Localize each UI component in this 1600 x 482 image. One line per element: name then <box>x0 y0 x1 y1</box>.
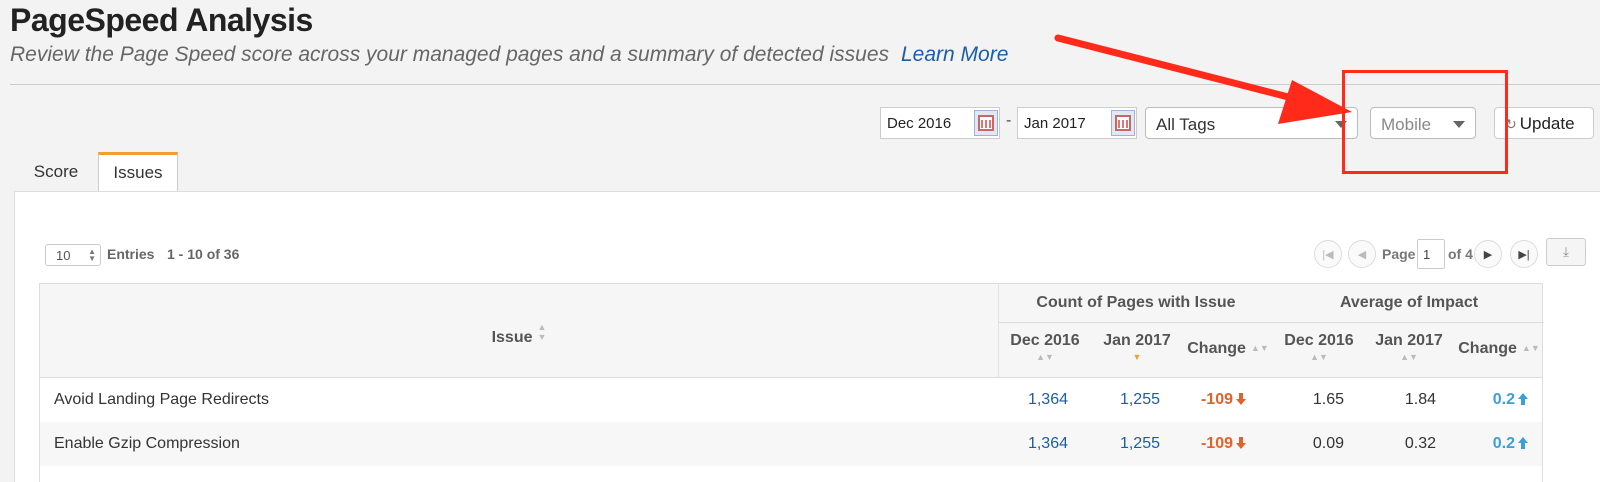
page-subtitle: Review the Page Speed score across your … <box>10 43 1008 67</box>
count-jan-link[interactable]: 1,255 <box>1120 391 1160 409</box>
column-header-label: Jan 2017 <box>1375 332 1443 349</box>
sort-icon: ▲▼ <box>1250 343 1269 353</box>
tab-score[interactable]: Score <box>14 152 98 192</box>
group-divider <box>998 322 1544 323</box>
page-header: PageSpeed Analysis Review the Page Speed… <box>10 2 1008 67</box>
sort-icon: ▲▼ <box>537 322 547 342</box>
date-from-value: Dec 2016 <box>887 115 952 132</box>
impact-change: 0.2 <box>1493 391 1528 409</box>
impact-jan: 0.32 <box>1404 435 1436 452</box>
next-page-icon[interactable]: ▶ <box>1474 240 1502 268</box>
page-number-input[interactable]: 1 <box>1417 239 1445 269</box>
date-from-field[interactable]: Dec 2016 <box>880 107 1000 139</box>
impact-change-value: 0.2 <box>1492 391 1515 408</box>
sort-icon: ▲▼ <box>1310 352 1328 362</box>
table-row[interactable]: Enable Gzip Compression 1,364 1,255 -109… <box>40 422 1542 466</box>
device-select[interactable]: Mobile <box>1370 107 1476 139</box>
calendar-icon[interactable] <box>1111 110 1135 136</box>
update-button[interactable]: ↻ Update <box>1494 107 1594 139</box>
count-change-value: -109 <box>1200 391 1233 408</box>
table-header: Issue▲ ▼ Count of Pages with Issue Averag… <box>40 284 1544 378</box>
learn-more-link[interactable]: Learn More <box>901 43 1008 66</box>
column-header-label: Dec 2016 <box>1010 332 1080 349</box>
count-jan-link[interactable]: 1,255 <box>1120 435 1160 453</box>
arrow-down-icon <box>1236 437 1246 449</box>
count-change: -109 <box>1201 435 1246 453</box>
column-header-impact-jan[interactable]: Jan 2017 ▲▼ <box>1364 332 1454 362</box>
date-to-field[interactable]: Jan 2017 <box>1017 107 1137 139</box>
column-header-issue[interactable]: Issue▲ ▼ <box>40 322 998 347</box>
impact-change-value: 0.2 <box>1492 435 1515 452</box>
group-header-impact: Average of Impact <box>1339 294 1479 311</box>
impact-jan: 1.84 <box>1404 391 1436 408</box>
arrow-down-icon <box>1236 393 1246 405</box>
column-header-count-jan[interactable]: Jan 2017 ▼ <box>1092 332 1182 362</box>
device-select-value: Mobile <box>1381 115 1432 134</box>
sort-icon: ▲▼ <box>1400 352 1418 362</box>
impact-dec: 1.65 <box>1312 391 1344 408</box>
pagination: |◀ ◀ Page 1 of 4 ▶ ▶| ⤓ <box>1314 238 1594 269</box>
column-header-impact-dec[interactable]: Dec 2016 ▲▼ <box>1274 332 1364 362</box>
chevron-down-icon <box>1453 121 1465 128</box>
header-divider <box>10 84 1600 85</box>
range-label: 1 - 10 of 36 <box>167 246 240 262</box>
arrow-up-icon <box>1518 437 1528 449</box>
sort-icon: ▲▼ <box>1521 343 1540 353</box>
count-dec-link[interactable]: 1,364 <box>1028 435 1068 453</box>
issue-name: Enable Gzip Compression <box>54 435 240 452</box>
page-title: PageSpeed Analysis <box>10 2 313 38</box>
column-header-label: Change <box>1458 340 1517 357</box>
column-header-count-change[interactable]: Change ▲▼ <box>1182 340 1274 358</box>
impact-change: 0.2 <box>1493 435 1528 453</box>
column-header-impact-change[interactable]: Change ▲▼ <box>1454 340 1544 358</box>
tags-select-value: All Tags <box>1156 115 1216 134</box>
first-page-icon[interactable]: |◀ <box>1314 240 1342 268</box>
update-label: Update <box>1519 114 1575 133</box>
count-change-value: -109 <box>1200 435 1233 452</box>
column-header-issue-label: Issue <box>491 329 533 346</box>
date-to-value: Jan 2017 <box>1024 115 1086 132</box>
entries-select[interactable]: 10 ▲ ▼ <box>45 244 101 266</box>
refresh-icon: ↻ <box>1505 116 1517 132</box>
date-separator: - <box>1006 112 1012 129</box>
chevron-down-icon <box>1335 121 1347 128</box>
issues-table: Issue▲ ▼ Count of Pages with Issue Averag… <box>39 283 1544 482</box>
column-header-label: Jan 2017 <box>1103 332 1171 349</box>
sort-desc-icon: ▼ <box>1132 352 1142 362</box>
entries-value: 10 <box>56 248 71 263</box>
tab-issues[interactable]: Issues <box>98 152 178 192</box>
sort-icon: ▲▼ <box>1036 352 1054 362</box>
tags-select[interactable]: All Tags <box>1145 107 1358 139</box>
arrow-up-icon <box>1518 393 1528 405</box>
entries-label: Entries <box>107 246 155 262</box>
page-total-label: of 4 <box>1448 246 1473 262</box>
prev-page-icon[interactable]: ◀ <box>1348 240 1376 268</box>
issue-name: Avoid Landing Page Redirects <box>54 391 269 408</box>
count-dec-link[interactable]: 1,364 <box>1028 391 1068 409</box>
column-header-label: Change <box>1187 340 1246 357</box>
column-header-count-dec[interactable]: Dec 2016 ▲▼ <box>998 332 1092 362</box>
last-page-icon[interactable]: ▶| <box>1510 240 1538 268</box>
table-row[interactable]: Avoid Landing Page Redirects 1,364 1,255… <box>40 378 1542 422</box>
column-header-label: Dec 2016 <box>1284 332 1354 349</box>
count-change: -109 <box>1201 391 1246 409</box>
calendar-icon[interactable] <box>974 110 998 136</box>
download-icon[interactable]: ⤓ <box>1546 238 1586 266</box>
issues-panel: 10 ▲ ▼ Entries 1 - 10 of 36 |◀ ◀ Page 1 o… <box>14 191 1600 482</box>
page-label: Page <box>1382 246 1416 262</box>
impact-dec: 0.09 <box>1312 435 1344 452</box>
spinner-icon: ▲ ▼ <box>88 247 96 263</box>
subtitle-text: Review the Page Speed score across your … <box>10 43 889 66</box>
group-header-count: Count of Pages with Issue <box>1036 294 1236 311</box>
